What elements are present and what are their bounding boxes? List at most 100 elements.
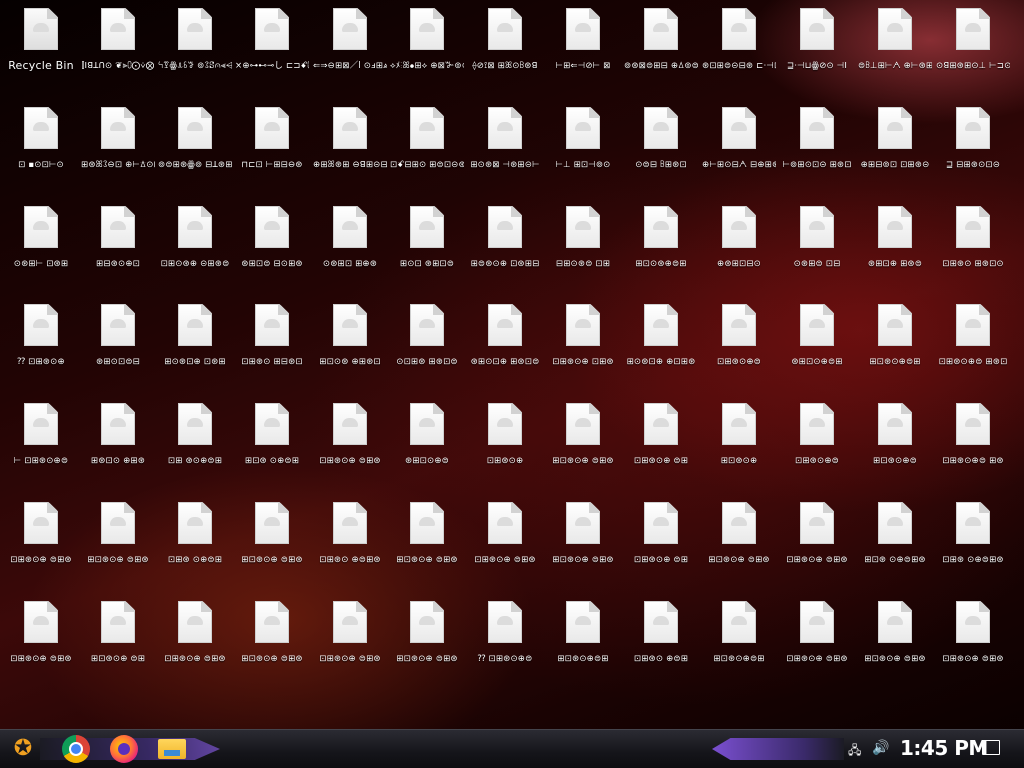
desktop-file-icon[interactable]: ⊛⊡⊞⊜⊝⊟⊛ ⊏⋅⊣⊡⊥ bbox=[702, 0, 776, 96]
desktop-file-icon[interactable]: ⊞⊡⊛⊙⊕ ⊜⊞⊛ bbox=[546, 395, 620, 491]
file-explorer-icon[interactable] bbox=[158, 739, 186, 759]
recycle-bin-icon[interactable]: Recycle Bin bbox=[4, 0, 78, 96]
desktop-file-icon[interactable]: ⊒⋅⊣⊔ꙮ⊘⊙ ⊣ꓲ bbox=[780, 0, 854, 96]
desktop-file-icon[interactable]: ⊞⊡⊙⊛ ⊕⊞⊛⊡ bbox=[313, 296, 387, 392]
desktop-file-icon[interactable]: ⟠⊘⟟⊠ ⊞ꕤ⊙ꕗ⊛ꓭ bbox=[468, 0, 542, 96]
desktop-icon-label: ⊡⊞⊛⊙ ⊕⊜⊞ bbox=[633, 654, 689, 664]
desktop-file-icon[interactable]: ⊟⊞⊙⊛⊜ ⊡⊞ bbox=[546, 198, 620, 294]
desktop-file-icon[interactable]: ⊞⊙⊛⊠ ⊣⊛⊞⊝⊢ bbox=[468, 99, 542, 195]
desktop-file-icon[interactable]: ⊕⊞⊟⊚⊡ ⊡⊞⊛⊝ bbox=[858, 99, 932, 195]
desktop-file-icon[interactable]: ×⊕⊶⊷⊸し ⊏⊐ꗄ⩇⊕ⅎ bbox=[235, 0, 309, 96]
desktop-file-icon[interactable]: ⊡⊞ ⊛⊙⊕⊜⊞ bbox=[158, 395, 232, 491]
desktop-file-icon[interactable]: ⊡⊞⊛⊙⊕ ⊜⊞⊛ bbox=[936, 593, 1010, 689]
desktop-file-icon[interactable]: ⊞⊜⊛⊙⊕ ⊡⊛⊞⊟ bbox=[468, 198, 542, 294]
desktop-file-icon[interactable]: ⊓⊏⊡ ⊢⊞⊟⊖⊛ bbox=[235, 99, 309, 195]
desktop-file-icon[interactable]: ⊛⊞⊡⊙⊕⊜ bbox=[390, 395, 464, 491]
desktop-file-icon[interactable]: ⊡⊞⊛⊙⊕⊜ bbox=[780, 395, 854, 491]
desktop-file-icon[interactable]: ⊡⊞⊛⊙⊕⊜ ⊞⊛⊡ bbox=[936, 296, 1010, 392]
desktop-file-icon[interactable]: ⊡⊞⊛⊙⊕⊜ ⊞⊛ bbox=[936, 395, 1010, 491]
desktop-file-icon[interactable]: ⊜ꕗ⊥⊞⊢ᗅ ⊕⊢⊛⊞⊝ bbox=[858, 0, 932, 96]
desktop-file-icon[interactable]: ⊞⊡⊛⊙⊕ ⊜⊞⊛ bbox=[546, 494, 620, 590]
desktop-file-icon[interactable]: ⊞⊡⊛⊙⊕ ⊜⊞⊛ bbox=[858, 593, 932, 689]
desktop-file-icon[interactable]: ⊛⊞⊙⊡⊕ ⊞⊛⊡⊜ bbox=[468, 296, 542, 392]
desktop-file-icon[interactable]: ⊞⊡⊛ ⊙⊕⊜⊞ bbox=[235, 395, 309, 491]
desktop-file-icon[interactable]: ⊡ꗄ⊟⊞⊙ ⊞⊜⊡⊝⊛ bbox=[390, 99, 464, 195]
desktop-file-icon[interactable]: ⊡⊞⊛ ⊙⊕⊜⊞ bbox=[158, 494, 232, 590]
start-button[interactable]: ✪ bbox=[6, 734, 40, 764]
desktop-file-icon[interactable]: ⊛⊞⊙⊡⊜⊟ bbox=[81, 296, 155, 392]
firefox-icon[interactable] bbox=[110, 735, 138, 763]
desktop-file-icon[interactable]: ⊢⊥ ⊞⊡⊣⊚⊙ bbox=[546, 99, 620, 195]
desktop-file-icon[interactable]: ⊞⊡⊛⊙⊕ ⊜⊞⊛ bbox=[235, 494, 309, 590]
desktop-file-icon[interactable]: ⊒ ⊟⊞⊛⊙⊡⊝ bbox=[936, 99, 1010, 195]
desktop-file-icon[interactable]: ⊡⊞⊛⊙⊕ ⊜⊞⊛ bbox=[313, 395, 387, 491]
desktop-file-icon[interactable]: ⊙⊛⊞⊜ ⊡⊟ bbox=[780, 198, 854, 294]
desktop-file-icon[interactable]: ⊞⊡⊛⊙⊕ ⊜⊞⊛ bbox=[390, 494, 464, 590]
desktop-file-icon[interactable]: ⊚⊛⊠⊜⊞⊟ ⊕ꕔ⊚⊜ bbox=[624, 0, 698, 96]
desktop-file-icon[interactable]: ⊛⊞⊡⊜ ⊟⊙⊞⊛ bbox=[235, 198, 309, 294]
desktop-file-icon[interactable]: ⊞⊡⊛⊙⊕ ⊜⊞⊛ bbox=[390, 593, 464, 689]
desktop-file-icon[interactable]: ꕪꗑꙮꕊꗏꗌ ⊚ꕘꗟ⩀⫷⩤ bbox=[158, 0, 232, 96]
desktop-file-icon[interactable]: ⊙⊜⊟ ꕗ⊞⊛⊡ bbox=[624, 99, 698, 195]
desktop-file-icon[interactable]: ⊡⊞⊙⊛⊕ ⊝⊞⊛⊜ bbox=[158, 198, 232, 294]
desktop-file-icon[interactable]: ⊞⊡⊛⊙⊕⊜⊞ bbox=[546, 593, 620, 689]
desktop-file-icon[interactable]: ⊕⊛⊞⊡⊟⊙ bbox=[702, 198, 776, 294]
desktop-file-icon[interactable]: ⊛⊞⊡⊙⊕⊜⊞ bbox=[780, 296, 854, 392]
desktop-file-icon[interactable]: ⊕⊢⊞⊙⊟ᗅ ⊟⊕⊞⊛ bbox=[702, 99, 776, 195]
desktop-file-icon[interactable]: ⊞⊡⊛⊙⊕ ⊜⊞⊛ bbox=[235, 593, 309, 689]
desktop-file-icon[interactable]: ⊡⊞⊛⊙⊕ ⊜⊞ bbox=[624, 494, 698, 590]
desktop-file-icon[interactable]: ⊞⊟⊛⊙⊕⊡ bbox=[81, 198, 155, 294]
desktop-file-icon[interactable]: ⊡⊞⊛⊙⊕ ⊜⊞⊛ bbox=[780, 494, 854, 590]
desktop-file-icon[interactable]: ⊡⊞⊛⊙⊕ ⊜⊞⊛ bbox=[4, 494, 78, 590]
desktop-file-icon[interactable]: ⊢ ⊡⊞⊛⊙⊕⊜ bbox=[4, 395, 78, 491]
desktop-file-icon[interactable]: ⊞⊙⊛⊡⊕ ⊡⊛⊞ bbox=[158, 296, 232, 392]
desktop-file-icon[interactable]: ⊙⊛⊞⊡ ⊞⊕⊛ bbox=[313, 198, 387, 294]
desktop-file-icon[interactable]: ⊡⊞⊛⊙⊕ ⊡⊞⊛ bbox=[546, 296, 620, 392]
desktop-file-icon[interactable]: ⫿ꓲꓭꓕꓵ⊙ ❦⫸⩇⨀⩒⨂ bbox=[81, 0, 155, 96]
desktop-file-icon[interactable]: ⊡⊞⊛⊙⊕ ⊜⊞⊛ bbox=[4, 593, 78, 689]
desktop-file-icon[interactable]: ⊡⊞⊛⊙⊕ ⊜⊞⊛ bbox=[468, 494, 542, 590]
desktop-file-icon[interactable]: ⊙⊛⊞⊢ ⊡⊛⊞ bbox=[4, 198, 78, 294]
desktop-file-icon[interactable]: ⊡⊞⊛⊙ ⊞⊛⊡⊙ bbox=[936, 198, 1010, 294]
desktop-file-icon[interactable]: ⊞⊡⊛ ⊙⊕⊜⊞⊛ bbox=[858, 494, 932, 590]
desktop-file-icon[interactable]: ⊞⊡⊛⊙⊕ bbox=[702, 395, 776, 491]
clock[interactable]: 1:45 PM bbox=[900, 736, 988, 760]
desktop-file-icon[interactable]: ⊞⊡⊛⊙⊕ ⊜⊞ bbox=[81, 593, 155, 689]
desktop-file-icon[interactable]: ⊡⊞⊛⊙ ⊕⊜⊞ bbox=[624, 593, 698, 689]
desktop-file-icon[interactable]: ⁇ ⊡⊞⊛⊙⊕⊜ bbox=[468, 593, 542, 689]
desktop-file-icon[interactable]: ⊛⊞⊡⊕ ⊞⊛⊜ bbox=[858, 198, 932, 294]
desktop-file-icon[interactable]: ⊡⊞⊛⊙⊕ ⊜⊞⊛ bbox=[313, 593, 387, 689]
desktop-file-icon[interactable]: ⊢⊞⇐⊣⊘⊢ ⊠ bbox=[546, 0, 620, 96]
desktop-file-icon[interactable]: ⊞⊛ꕤꕘ⊖⊡ ⊕⊢ꕖ⊙⊞ bbox=[81, 99, 155, 195]
network-icon[interactable]: 🖧 bbox=[848, 741, 861, 762]
desktop-file-icon[interactable]: ⊞⊡⊛⊙⊕⊜⊞ bbox=[702, 593, 776, 689]
desktop-file-icon[interactable]: ⁇ ⊡⊞⊛⊙⊕ bbox=[4, 296, 78, 392]
desktop-file-icon[interactable]: ⊡⊞⊛⊙ ⊕⊜⊞⊛ bbox=[313, 494, 387, 590]
desktop-file-icon[interactable]: ⟡ﾒ⫶ꕤ⦁⊞⟡ ⊕⊠ꔐ⊚⊙ bbox=[390, 0, 464, 96]
desktop-file-icon[interactable]: ⊡⊞⊛⊙⊕⊜ bbox=[702, 296, 776, 392]
desktop-file-icon[interactable]: ⊞⊛⊡⊙ ⊕⊞⊛ bbox=[81, 395, 155, 491]
chrome-icon[interactable] bbox=[62, 735, 90, 763]
notification-icon[interactable] bbox=[982, 740, 1000, 755]
desktop-file-icon[interactable]: ⊢⊚⊞⊙⊡⊝ ⊞⊛⊡ bbox=[780, 99, 854, 195]
desktop-file-icon[interactable]: ⊞⊡⊛⊙⊕ ⊜⊞⊛ bbox=[81, 494, 155, 590]
desktop-file-icon[interactable]: ⊕⊞ꕤ⊛⊞ ⊖ꓭ⊞⊝⊟ bbox=[313, 99, 387, 195]
desktop-file-icon[interactable]: ⊚⊜⊞⊛ꙮ⊚ ⊟ꓕ⊛⊞⊟ bbox=[158, 99, 232, 195]
desktop-file-icon[interactable]: ⊞⊙⊡ ⊛⊞⊡⊜ bbox=[390, 198, 464, 294]
desktop-file-icon[interactable]: ⊡⊞⊛⊙ ⊞⊟⊛⊡ bbox=[235, 296, 309, 392]
desktop-file-icon[interactable]: ⊞⊡⊛⊙⊕⊜ bbox=[858, 395, 932, 491]
desktop-file-icon[interactable]: ⊞⊡⊛⊙⊕⊜⊞ bbox=[858, 296, 932, 392]
desktop-file-icon[interactable]: ⊡⊞⊛⊙⊕ ⊜⊞⊛ bbox=[158, 593, 232, 689]
volume-icon[interactable]: 🔊 bbox=[872, 740, 889, 756]
desktop-file-icon[interactable]: ⊞⊙⊛⊡⊕ ⊕⊡⊞⊛ bbox=[624, 296, 698, 392]
desktop-file-icon[interactable]: ⊡⊞⊛⊙⊕ ⊜⊞⊛ bbox=[780, 593, 854, 689]
desktop-file-icon[interactable]: ⊡⊞⊛⊙⊕ ⊜⊞ bbox=[624, 395, 698, 491]
desktop-file-icon[interactable]: ⊡⊞⊛⊙⊕ bbox=[468, 395, 542, 491]
desktop-file-icon[interactable]: ⊞⊡⊙⊛⊕⊜⊞ bbox=[624, 198, 698, 294]
desktop-file-icon[interactable]: ⇐⇒⊖⊞⊠／ⅼ ⊙ⅎ⊞⩓⊕⊠ bbox=[313, 0, 387, 96]
desktop-file-icon[interactable]: ⊙ꓭ⊞⊛⊞⊙⊥ ⊢⊐⊙⊢ bbox=[936, 0, 1010, 96]
desktop-file-icon[interactable]: ⊡⊞⊛ ⊙⊕⊜⊞⊛ bbox=[936, 494, 1010, 590]
desktop-file-icon[interactable]: ⊡ ▪⊙⊡⊢⊙ bbox=[4, 99, 78, 195]
desktop-file-icon[interactable]: ⊞⊡⊛⊙⊕ ⊜⊞⊛ bbox=[702, 494, 776, 590]
desktop-file-icon[interactable]: ⊙⊡⊞⊛ ⊞⊛⊡⊜ bbox=[390, 296, 464, 392]
